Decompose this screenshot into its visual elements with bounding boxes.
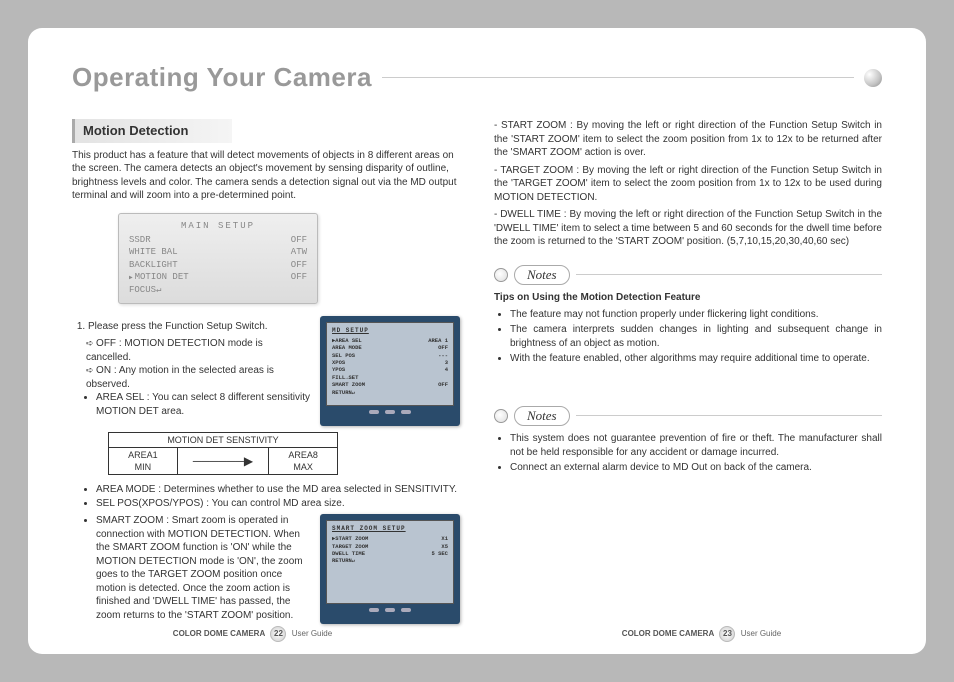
arrow-icon: ──────▶ [177,447,269,474]
footer: COLOR DOME CAMERA 22 User Guide COLOR DO… [28,626,926,642]
columns: Motion Detection This product has a feat… [72,119,882,624]
notes-heading-1: Notes [494,265,882,286]
setup-row: BACKLIGHTOFF [129,259,307,272]
start-zoom-def: - START ZOOM : By moving the left or rig… [494,119,882,160]
title-row: Operating Your Camera [72,62,882,93]
smart-zoom-screen: SMART ZOOM SETUP ▶START ZOOMX1 TARGET ZO… [326,520,454,604]
step-and-monitor: Please press the Function Setup Switch. … [72,316,460,426]
tips-list: The feature may not function properly un… [510,308,882,366]
tips-title: Tips on Using the Motion Detection Featu… [494,291,882,305]
section-heading: Motion Detection [72,119,232,143]
setup-row: WHITE BALATW [129,246,307,259]
intro-text: This product has a feature that will det… [72,149,460,203]
sphere-icon [864,69,882,87]
main-setup-title: MAIN SETUP [129,220,307,232]
sel-pos: SEL POS(XPOS/YPOS) : You can control MD … [96,497,460,511]
sensitivity-table: MOTION DET SENSTIVITY AREA1MIN ──────▶ A… [108,432,338,475]
right-column: - START ZOOM : By moving the left or rig… [494,119,882,624]
smart-zoom-item: SMART ZOOM : Smart zoom is operated in c… [96,514,310,622]
pin-icon [494,268,508,282]
setup-row-selected: MOTION DETOFF [129,271,307,284]
monitor-buttons-icon [326,608,454,612]
manual-page: Operating Your Camera Motion Detection T… [28,28,926,654]
area-mode: AREA MODE : Determines whether to use th… [96,483,460,497]
dwell-time-def: - DWELL TIME : By moving the left or rig… [494,208,882,249]
smartzoom-row: SMART ZOOM : Smart zoom is operated in c… [72,514,460,624]
md-setup-screen: MD SETUP ▶AREA SELAREA 1 AREA MODEOFF SE… [326,322,454,406]
target-zoom-def: - TARGET ZOOM : By moving the left or ri… [494,164,882,205]
step-1: Please press the Function Setup Switch. [88,320,310,334]
md-setup-monitor: MD SETUP ▶AREA SELAREA 1 AREA MODEOFF SE… [320,316,460,426]
page-title: Operating Your Camera [72,62,372,93]
pin-icon [494,409,508,423]
on-item: ON : Any motion in the selected areas is… [86,364,310,391]
footer-left: COLOR DOME CAMERA 22 User Guide [173,626,332,642]
off-on-list: OFF : MOTION DETECTION mode is cancelled… [86,337,310,391]
area-sel-list: AREA SEL : You can select 8 different se… [96,391,310,418]
monitor-buttons-icon [326,410,454,414]
definitions-list: AREA MODE : Determines whether to use th… [96,483,460,510]
notes-list-2: This system does not guarantee preventio… [510,432,882,475]
setup-row: FOCUS↵ [129,284,307,297]
main-setup-panel: MAIN SETUP SSDROFF WHITE BALATW BACKLIGH… [118,213,318,304]
smart-zoom-monitor: SMART ZOOM SETUP ▶START ZOOMX1 TARGET ZO… [320,514,460,624]
page-number-left: 22 [270,626,286,642]
setup-row: SSDROFF [129,234,307,247]
page-number-right: 23 [719,626,735,642]
title-rule [382,77,854,78]
footer-right: COLOR DOME CAMERA 23 User Guide [622,626,781,642]
left-column: Motion Detection This product has a feat… [72,119,460,624]
off-item: OFF : MOTION DETECTION mode is cancelled… [86,337,310,364]
notes-heading-2: Notes [494,406,882,427]
step-list: Please press the Function Setup Switch. [88,320,310,334]
area-sel: AREA SEL : You can select 8 different se… [96,391,310,418]
